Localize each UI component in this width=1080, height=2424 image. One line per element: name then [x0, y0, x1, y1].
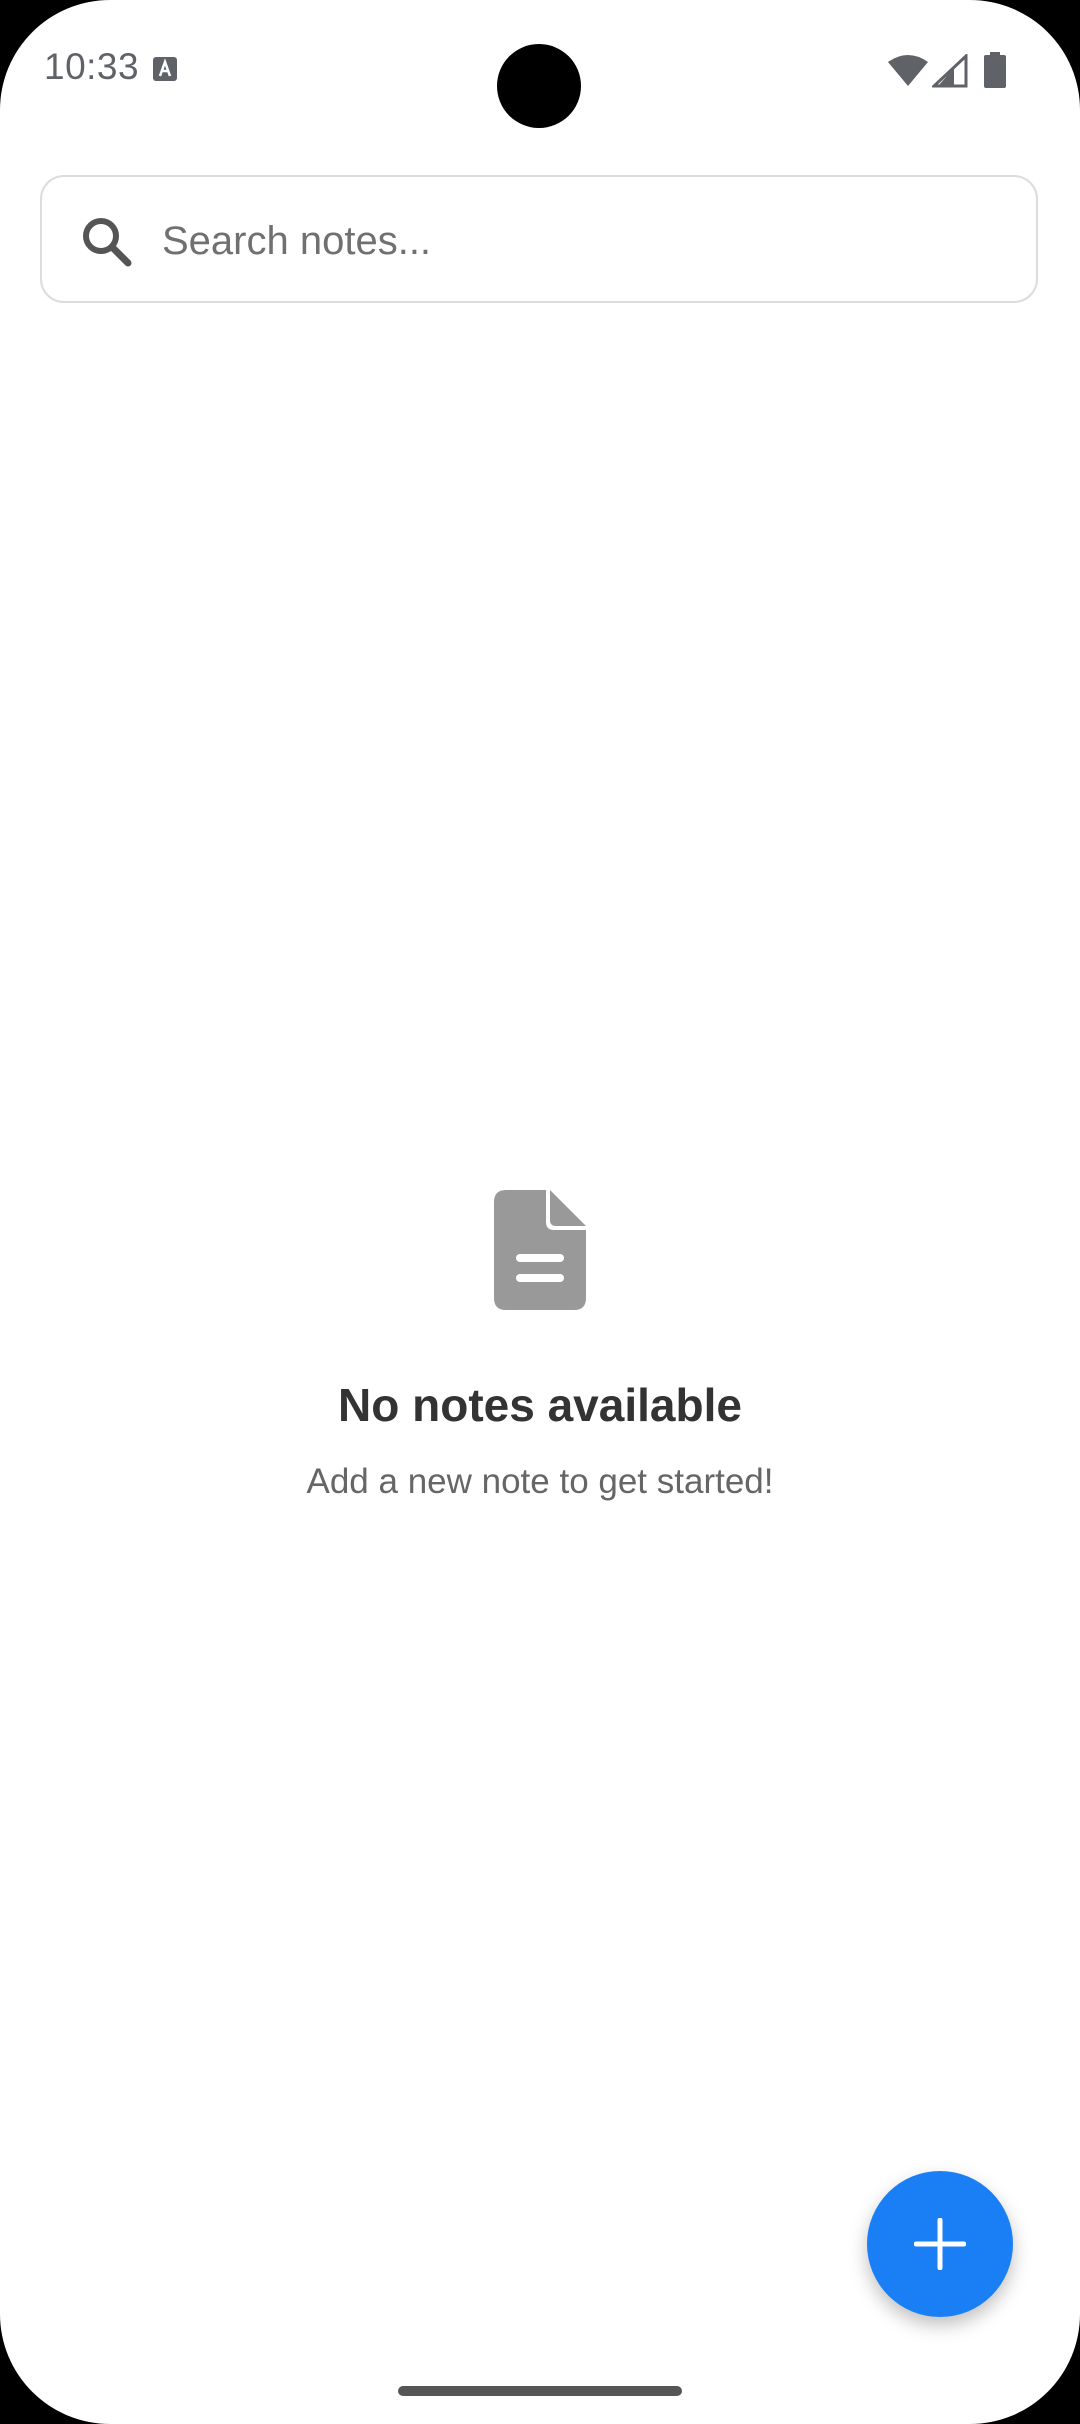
search-input[interactable] — [160, 201, 1004, 281]
empty-state-title: No notes available — [338, 1379, 742, 1431]
cell-signal-icon — [932, 54, 968, 88]
gesture-navigation-bar[interactable] — [398, 2386, 682, 2396]
empty-state: No notes available Add a new note to get… — [0, 1190, 1080, 1502]
search-icon — [83, 218, 132, 267]
keyboard-a-icon — [153, 57, 177, 81]
status-time: 10:33 — [44, 46, 140, 87]
search-bar[interactable] — [40, 175, 1038, 303]
add-note-button[interactable] — [867, 2171, 1013, 2317]
camera-cutout — [497, 44, 581, 128]
battery-icon — [984, 52, 1006, 88]
wifi-icon — [888, 55, 928, 86]
plus-icon — [914, 2218, 966, 2270]
document-icon — [494, 1190, 586, 1310]
app-screen: 10:33 No — [0, 0, 1080, 2424]
empty-state-subtitle: Add a new note to get started! — [306, 1462, 774, 1501]
status-bar: 10:33 — [0, 0, 1080, 140]
